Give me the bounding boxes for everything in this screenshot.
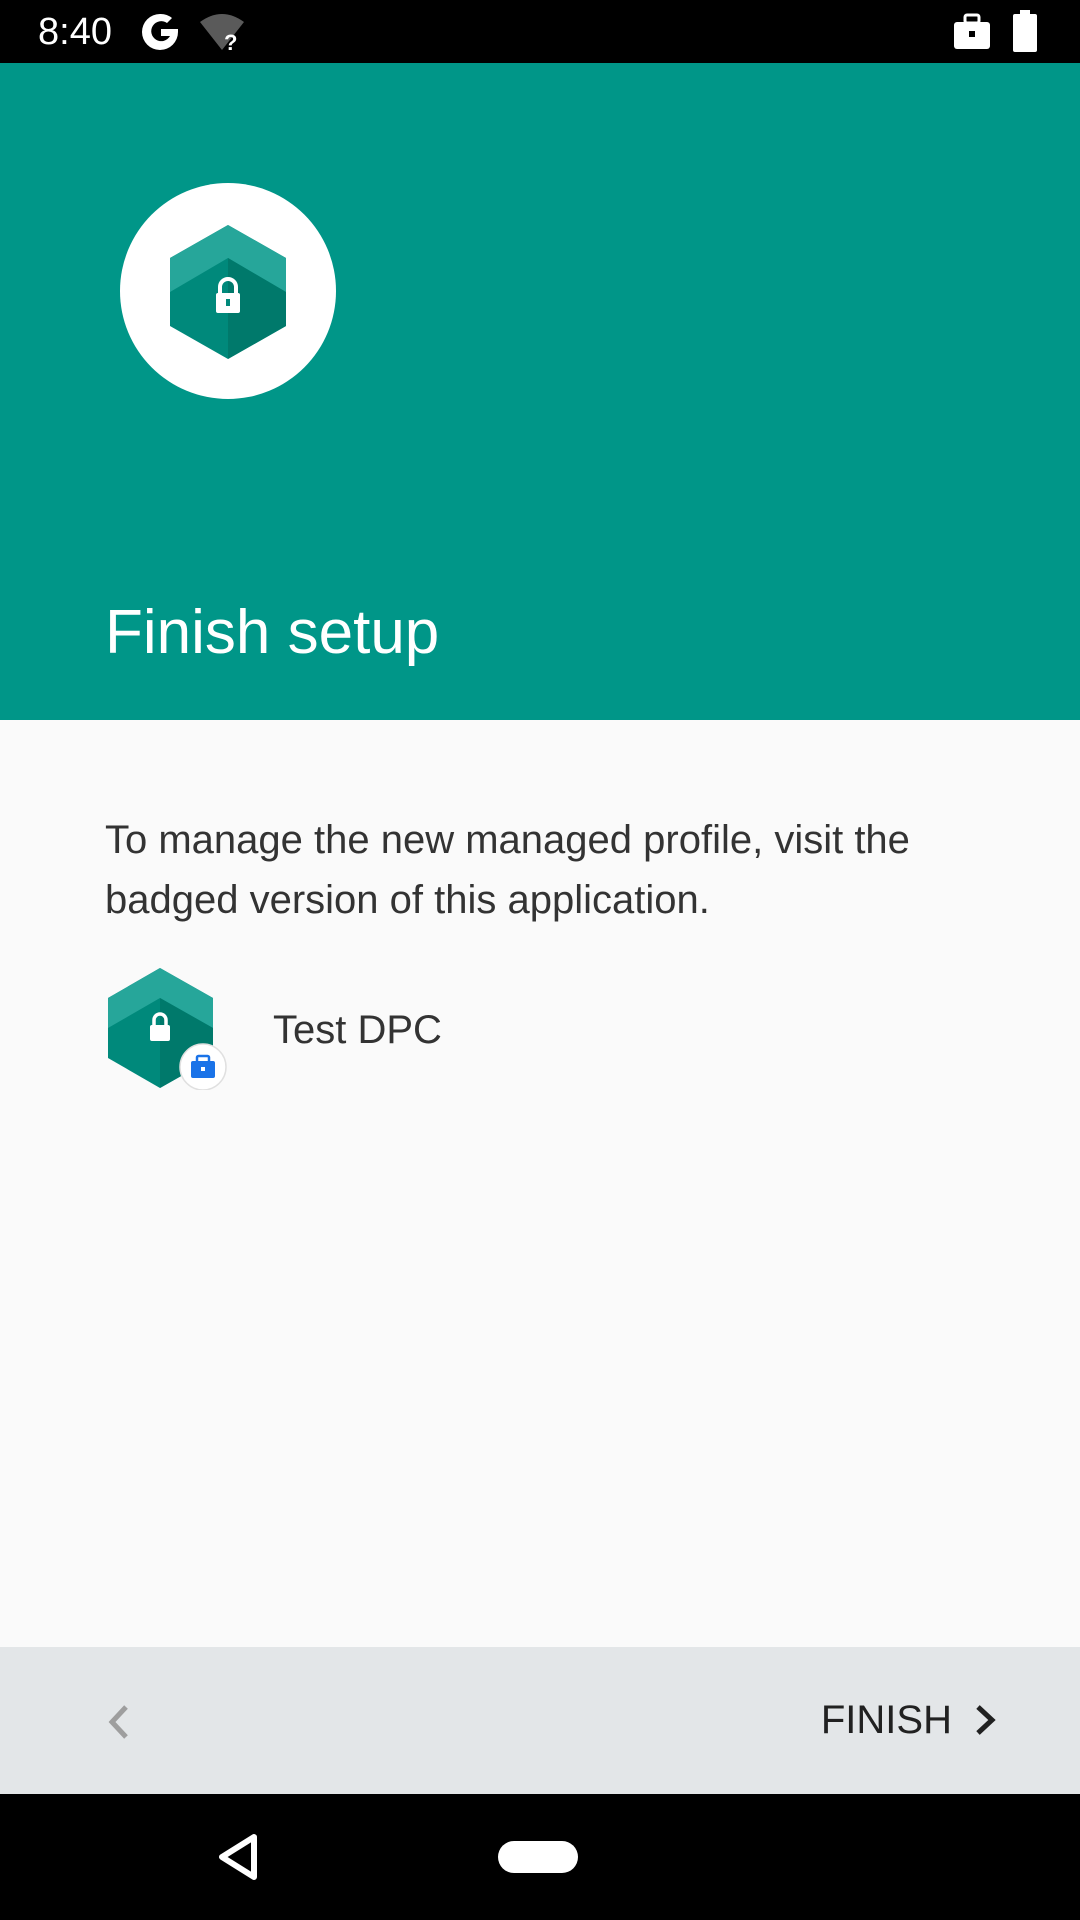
status-time: 8:40	[38, 11, 112, 53]
back-button[interactable]	[90, 1687, 150, 1757]
chevron-right-icon	[976, 1705, 996, 1735]
svg-text:?: ?	[224, 30, 237, 52]
finish-button[interactable]: FINISH	[821, 1685, 1000, 1755]
finish-label: FINISH	[820, 1698, 952, 1742]
app-entry-label: Test DPC	[273, 1008, 442, 1052]
nav-back-icon[interactable]	[210, 1827, 270, 1887]
test-dpc-badged-icon	[108, 968, 227, 1090]
system-nav-bar	[0, 1794, 1080, 1920]
nav-home-pill[interactable]	[498, 1841, 578, 1873]
badged-app-entry[interactable]: Test DPC	[105, 965, 975, 1095]
setup-footer: FINISH	[0, 1647, 1080, 1794]
chevron-left-icon	[108, 1705, 128, 1739]
test-dpc-app-icon	[170, 225, 286, 359]
wifi-unknown-icon: ?	[200, 14, 244, 52]
setup-description: To manage the new managed profile, visit…	[105, 818, 910, 922]
battery-icon	[1013, 10, 1037, 52]
google-g-icon	[142, 13, 178, 50]
work-briefcase-badge-icon	[179, 1043, 227, 1090]
status-bar: 8:40 ?	[0, 0, 1080, 63]
work-profile-icon	[954, 13, 990, 49]
page-title: Finish setup	[105, 598, 440, 667]
app-icon-circle	[120, 183, 336, 399]
setup-header: Finish setup	[0, 63, 1080, 720]
